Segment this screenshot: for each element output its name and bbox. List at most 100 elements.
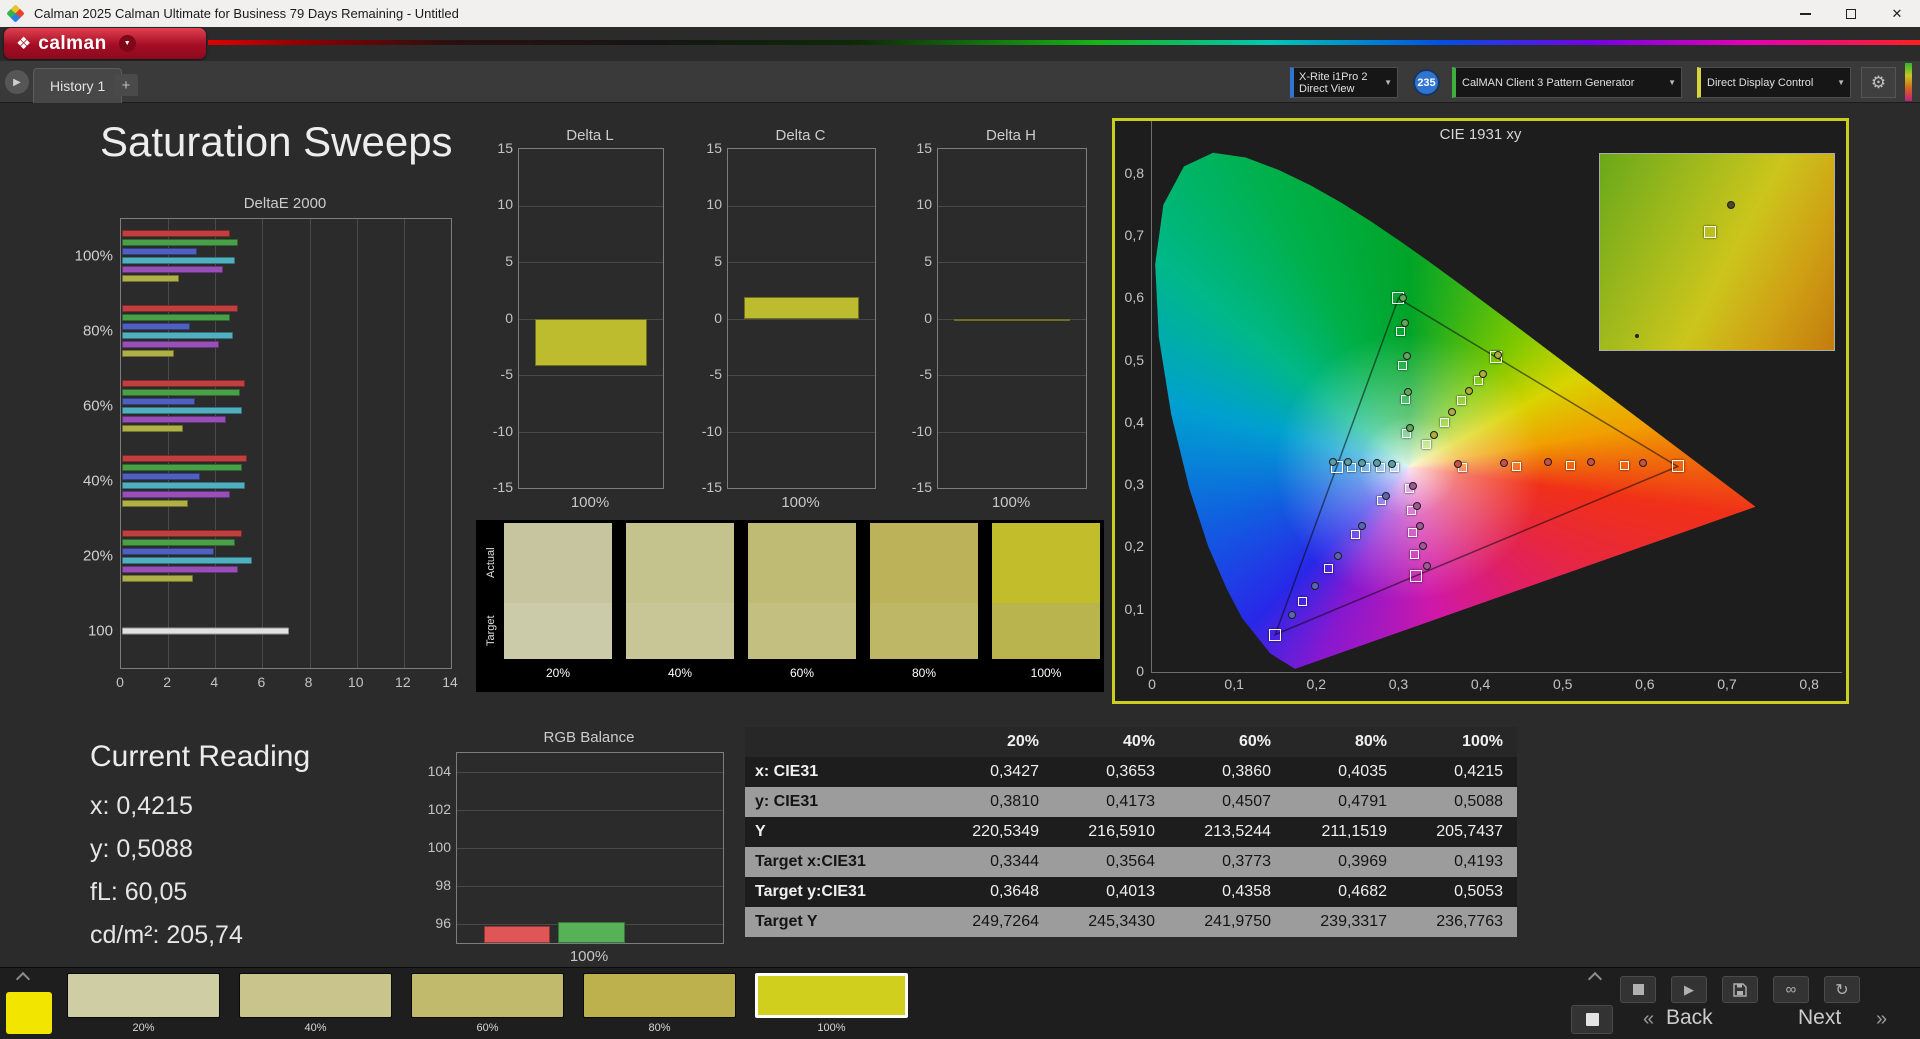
deltae-group: 80% — [83, 294, 451, 369]
chevron-down-icon: ▼ — [1668, 78, 1676, 87]
add-tab-button[interactable]: + — [114, 74, 138, 96]
table-cell: 0,4215 — [1454, 763, 1503, 780]
cie-measured-marker — [1287, 610, 1296, 619]
swatch-column: 80% — [870, 523, 978, 689]
rgb-balance-chart-title: RGB Balance — [543, 729, 635, 746]
deltae-bar — [122, 574, 193, 582]
refresh-button[interactable]: ↻ — [1824, 976, 1860, 1003]
deltae-bar — [122, 248, 198, 256]
deltae-bar — [122, 389, 240, 397]
cie-y-axis: 0 0,1 0,2 0,3 0,4 0,5 0,6 0,7 0,8 — [1114, 121, 1148, 679]
deltae-bar — [122, 266, 224, 274]
gridline — [519, 375, 663, 376]
display-control-dropdown[interactable]: Direct Display Control ▼ — [1697, 67, 1851, 98]
table-cell: 0,4193 — [1454, 853, 1503, 870]
continuous-measure-button[interactable]: ∞ — [1773, 976, 1809, 1003]
swatch-color — [67, 973, 220, 1018]
calman-logo[interactable]: ❖ calman ▼ — [4, 28, 206, 59]
maximize-button[interactable] — [1828, 0, 1874, 27]
deltae-bar — [122, 454, 247, 462]
gridline — [519, 262, 663, 263]
tick-label: 12 — [395, 674, 411, 690]
save-button[interactable] — [1722, 976, 1758, 1003]
gear-icon: ⚙ — [1870, 72, 1887, 92]
tab-history-1[interactable]: History 1 — [33, 68, 123, 103]
cie-measured-marker — [1399, 293, 1408, 302]
tick-label: -15 — [492, 479, 513, 495]
tick-label: 10 — [916, 196, 932, 213]
deltae-group: 40% — [83, 443, 451, 518]
tick-label: 6 — [257, 674, 266, 690]
layout-button[interactable] — [1571, 1005, 1613, 1034]
delta-c-chart-title: Delta C — [775, 127, 826, 144]
table-cell: 0,3773 — [1222, 853, 1271, 870]
level-swatch-20%[interactable]: 20% — [67, 973, 220, 1037]
close-button[interactable]: ✕ — [1874, 0, 1920, 27]
cie-measured-marker — [1465, 387, 1474, 396]
tick-label: -5 — [919, 365, 932, 382]
gridline — [938, 431, 1086, 433]
delta-bar — [954, 318, 1070, 321]
current-reading-y: y: 0,5088 — [90, 835, 193, 863]
next-button[interactable]: Next — [1798, 1006, 1841, 1030]
tick-label: -10 — [701, 422, 722, 439]
level-swatch-80%[interactable]: 80% — [583, 973, 736, 1037]
swatch-column: 20% — [504, 523, 612, 689]
meter-dropdown[interactable]: X-Rite i1Pro 2 Direct View ▼ — [1290, 67, 1398, 98]
deltae-bar — [122, 275, 179, 283]
settings-button[interactable]: ⚙ — [1861, 67, 1896, 98]
deltae-bars — [122, 529, 452, 582]
cie-panel: CIE 1931 xy 0 0,1 0,2 0,3 0,4 0,5 0,6 0,7 0,8 0 0… — [1112, 118, 1849, 704]
cie-measured-marker — [1387, 460, 1396, 468]
table-row: x: CIE31 0,3427 0,3653 0,3860 0,4035 0,4215 — [745, 757, 1517, 787]
tick-label: 96 — [435, 915, 451, 931]
chevron-up-icon-right[interactable] — [1588, 971, 1602, 983]
stop-button[interactable] — [1620, 976, 1656, 1003]
table-row: Target y:CIE31 0,3648 0,4013 0,4358 0,4682 0,… — [745, 877, 1517, 907]
level-swatch-60%[interactable]: 60% — [411, 973, 564, 1037]
tick-label: 0,2 — [1124, 538, 1144, 555]
app-logo-icon — [6, 4, 25, 23]
deltae-bar — [122, 350, 174, 358]
deltae-bars — [122, 627, 452, 635]
play-button[interactable]: ▶ — [1671, 976, 1707, 1003]
swatch-level-label: 20% — [132, 1021, 155, 1034]
pattern-generator-dropdown[interactable]: CalMAN Client 3 Pattern Generator ▼ — [1452, 67, 1682, 98]
column-header: 20% — [1006, 733, 1039, 750]
gridline — [519, 431, 663, 433]
tab-bar: ▶ History 1 + X-Rite i1Pro 2 Direct View… — [0, 61, 1920, 103]
cie-target-marker — [1440, 417, 1450, 427]
next-arrow-icon[interactable]: » — [1876, 1008, 1887, 1031]
chevron-up-icon-left[interactable] — [16, 971, 30, 983]
deltae-group-label: 60% — [82, 397, 113, 415]
minimize-button[interactable] — [1782, 0, 1828, 27]
tab-scroll-button[interactable]: ▶ — [5, 70, 29, 94]
level-swatch-100%[interactable]: 100% — [755, 973, 908, 1037]
level-swatch-40%[interactable]: 40% — [239, 973, 392, 1037]
meter-status-badge[interactable]: 235 — [1413, 69, 1440, 96]
deltae-group: 100 — [88, 593, 452, 668]
tick-label: -10 — [911, 422, 932, 439]
gridline — [938, 262, 1086, 263]
tick-label: -15 — [701, 479, 722, 495]
deltae-group: 20% — [83, 518, 452, 593]
back-arrow-icon[interactable]: « — [1643, 1008, 1654, 1031]
tick-label: 0,3 — [1388, 676, 1409, 692]
current-reading-cdm2: cd/m²: 205,74 — [90, 921, 243, 949]
back-button[interactable]: Back — [1666, 1006, 1713, 1030]
delta-c-xlabel: 100% — [781, 494, 820, 511]
spectrum-strip — [208, 40, 1920, 45]
saturation-swatch-panel: Actual Target 20% 40% 60% 80% 100% — [476, 520, 1104, 692]
calman-logo-text: calman — [38, 32, 107, 54]
tick-label: 15 — [916, 140, 932, 156]
tick-label: 98 — [435, 877, 451, 893]
table-cell: 0,5053 — [1454, 883, 1503, 900]
logo-caret-icon[interactable]: ▼ — [118, 35, 136, 52]
infinity-icon: ∞ — [1785, 981, 1797, 998]
cie-measured-marker — [1479, 369, 1488, 378]
active-color-patch — [6, 992, 52, 1034]
level-swatches: 20% 40% 60% 80% 100% — [67, 973, 908, 1037]
meter-name: X-Rite i1Pro 2 — [1299, 70, 1368, 83]
cie-target-marker — [1409, 570, 1422, 583]
tick-label: 5 — [714, 252, 722, 269]
